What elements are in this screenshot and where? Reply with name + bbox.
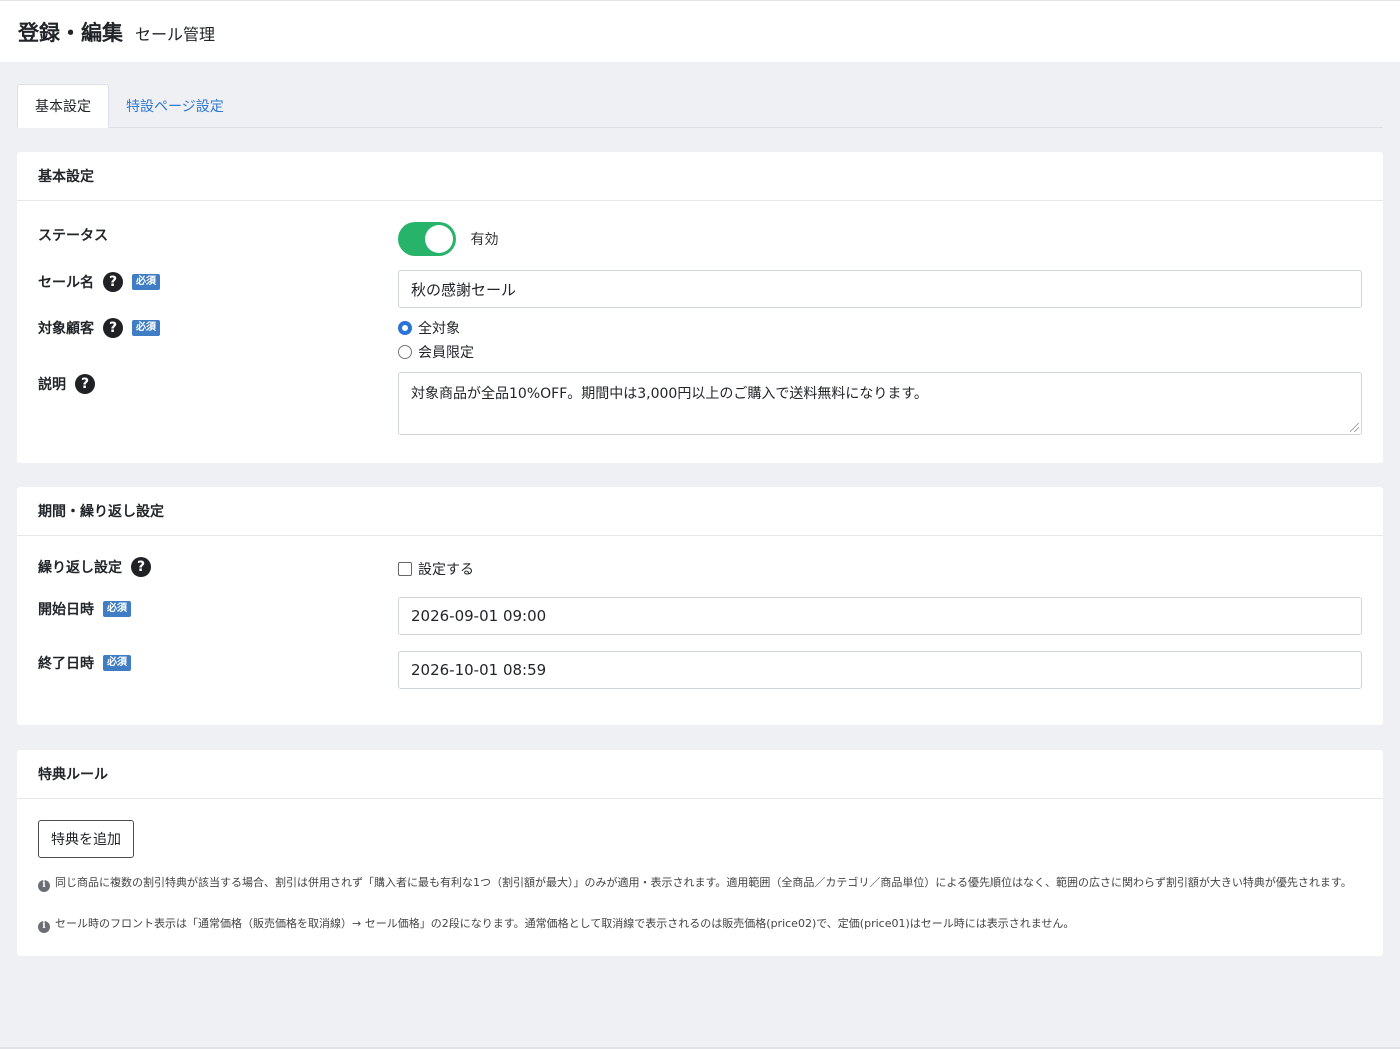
tab-bar: 基本設定 特設ページ設定 — [17, 84, 1383, 128]
benefit-rules-title: 特典ルール — [17, 750, 1383, 799]
repeat-row: 繰り返し設定 ? 設定する — [38, 557, 1362, 581]
checkbox-label: 設定する — [418, 562, 474, 578]
question-circle-icon[interactable]: ? — [131, 557, 151, 577]
description-textarea[interactable]: 対象商品が全品10%OFF。期間中は3,000円以上のご購入で送料無料になります… — [398, 372, 1362, 435]
end-date-row: 終了日時 必須 2026-10-01 08:59 — [38, 651, 1362, 689]
start-date-input[interactable]: 2026-09-01 09:00 — [398, 597, 1362, 635]
start-date-label-text: 開始日時 — [38, 602, 94, 618]
radio-all-target[interactable]: 全対象 — [398, 316, 1362, 340]
period-settings-title: 期間・繰り返し設定 — [17, 487, 1383, 536]
page-title: 登録・編集 — [18, 20, 123, 45]
status-label-text: ステータス — [38, 228, 108, 244]
description-text: 対象商品が全品10%OFF。期間中は3,000円以上のご購入で送料無料になります… — [411, 386, 928, 402]
add-benefit-button[interactable]: 特典を追加 — [38, 820, 134, 858]
info-circle-icon: i — [38, 879, 50, 892]
repeat-label: 繰り返し設定 ? — [38, 557, 151, 577]
start-date-label: 開始日時 必須 — [38, 599, 131, 619]
page-header: 登録・編集 セール管理 — [0, 0, 1400, 62]
resize-grip-icon[interactable] — [1350, 423, 1359, 432]
required-badge: 必須 — [132, 274, 160, 290]
page-subtitle: セール管理 — [135, 25, 216, 44]
sale-name-row: セール名 ? 必須 秋の感謝セール — [38, 270, 1362, 308]
required-badge: 必須 — [103, 655, 131, 671]
radio-button-checked[interactable] — [398, 321, 412, 335]
note-text: 同じ商品に複数の割引特典が該当する場合、割引は併用されず「購入者に最も有利な1つ… — [55, 876, 1352, 889]
start-date-row: 開始日時 必須 2026-09-01 09:00 — [38, 597, 1362, 635]
description-label: 説明 ? — [38, 374, 95, 394]
radio-members-only[interactable]: 会員限定 — [398, 340, 1362, 364]
tab-special-page-settings[interactable]: 特設ページ設定 — [109, 84, 241, 127]
required-badge: 必須 — [103, 601, 131, 617]
repeat-label-text: 繰り返し設定 — [38, 560, 122, 576]
benefit-rules-card: 特典ルール 特典を追加 i 同じ商品に複数の割引特典が該当する場合、割引は併用され… — [17, 750, 1383, 956]
target-customer-label-text: 対象顧客 — [38, 321, 94, 337]
note-discount-priority: i 同じ商品に複数の割引特典が該当する場合、割引は併用されず「購入者に最も有利な1… — [38, 873, 1362, 892]
info-circle-icon: i — [38, 920, 50, 933]
note-text: セール時のフロント表示は「通常価格（販売価格を取消線）→ セール価格」の2段にな… — [55, 917, 1075, 930]
repeat-checkbox-line[interactable]: 設定する — [398, 557, 1362, 581]
end-date-input[interactable]: 2026-10-01 08:59 — [398, 651, 1362, 689]
basic-settings-card: 基本設定 ステータス 有効 セール名 ? 必須 秋の感謝セール 対象顧客 ? 必… — [17, 152, 1383, 463]
status-row: ステータス 有効 — [38, 222, 1362, 258]
tab-basic-settings[interactable]: 基本設定 — [17, 84, 109, 128]
target-customer-label: 対象顧客 ? 必須 — [38, 318, 160, 338]
question-circle-icon[interactable]: ? — [75, 374, 95, 394]
status-label: ステータス — [38, 225, 108, 245]
sale-name-label: セール名 ? 必須 — [38, 272, 160, 292]
status-field: 有効 — [398, 222, 1362, 256]
required-badge: 必須 — [132, 320, 160, 336]
radio-label: 会員限定 — [418, 345, 474, 361]
end-date-label-text: 終了日時 — [38, 656, 94, 672]
toggle-knob — [425, 225, 453, 253]
period-settings-card: 期間・繰り返し設定 繰り返し設定 ? 設定する 開始日時 必須 2026-09-… — [17, 487, 1383, 725]
status-value: 有効 — [470, 232, 499, 248]
sale-name-input[interactable]: 秋の感謝セール — [398, 270, 1362, 308]
radio-button[interactable] — [398, 345, 412, 359]
sale-name-label-text: セール名 — [38, 275, 94, 291]
description-label-text: 説明 — [38, 377, 66, 393]
description-row: 説明 ? 対象商品が全品10%OFF。期間中は3,000円以上のご購入で送料無料… — [38, 372, 1362, 435]
question-circle-icon[interactable]: ? — [103, 318, 123, 338]
question-circle-icon[interactable]: ? — [103, 272, 123, 292]
target-customer-row: 対象顧客 ? 必須 全対象 会員限定 — [38, 316, 1362, 366]
end-date-label: 終了日時 必須 — [38, 653, 131, 673]
status-toggle[interactable] — [398, 222, 456, 256]
radio-label: 全対象 — [418, 321, 460, 337]
basic-settings-title: 基本設定 — [17, 152, 1383, 201]
repeat-checkbox[interactable] — [398, 562, 412, 576]
note-front-display: i セール時のフロント表示は「通常価格（販売価格を取消線）→ セール価格」の2段に… — [38, 914, 1362, 933]
